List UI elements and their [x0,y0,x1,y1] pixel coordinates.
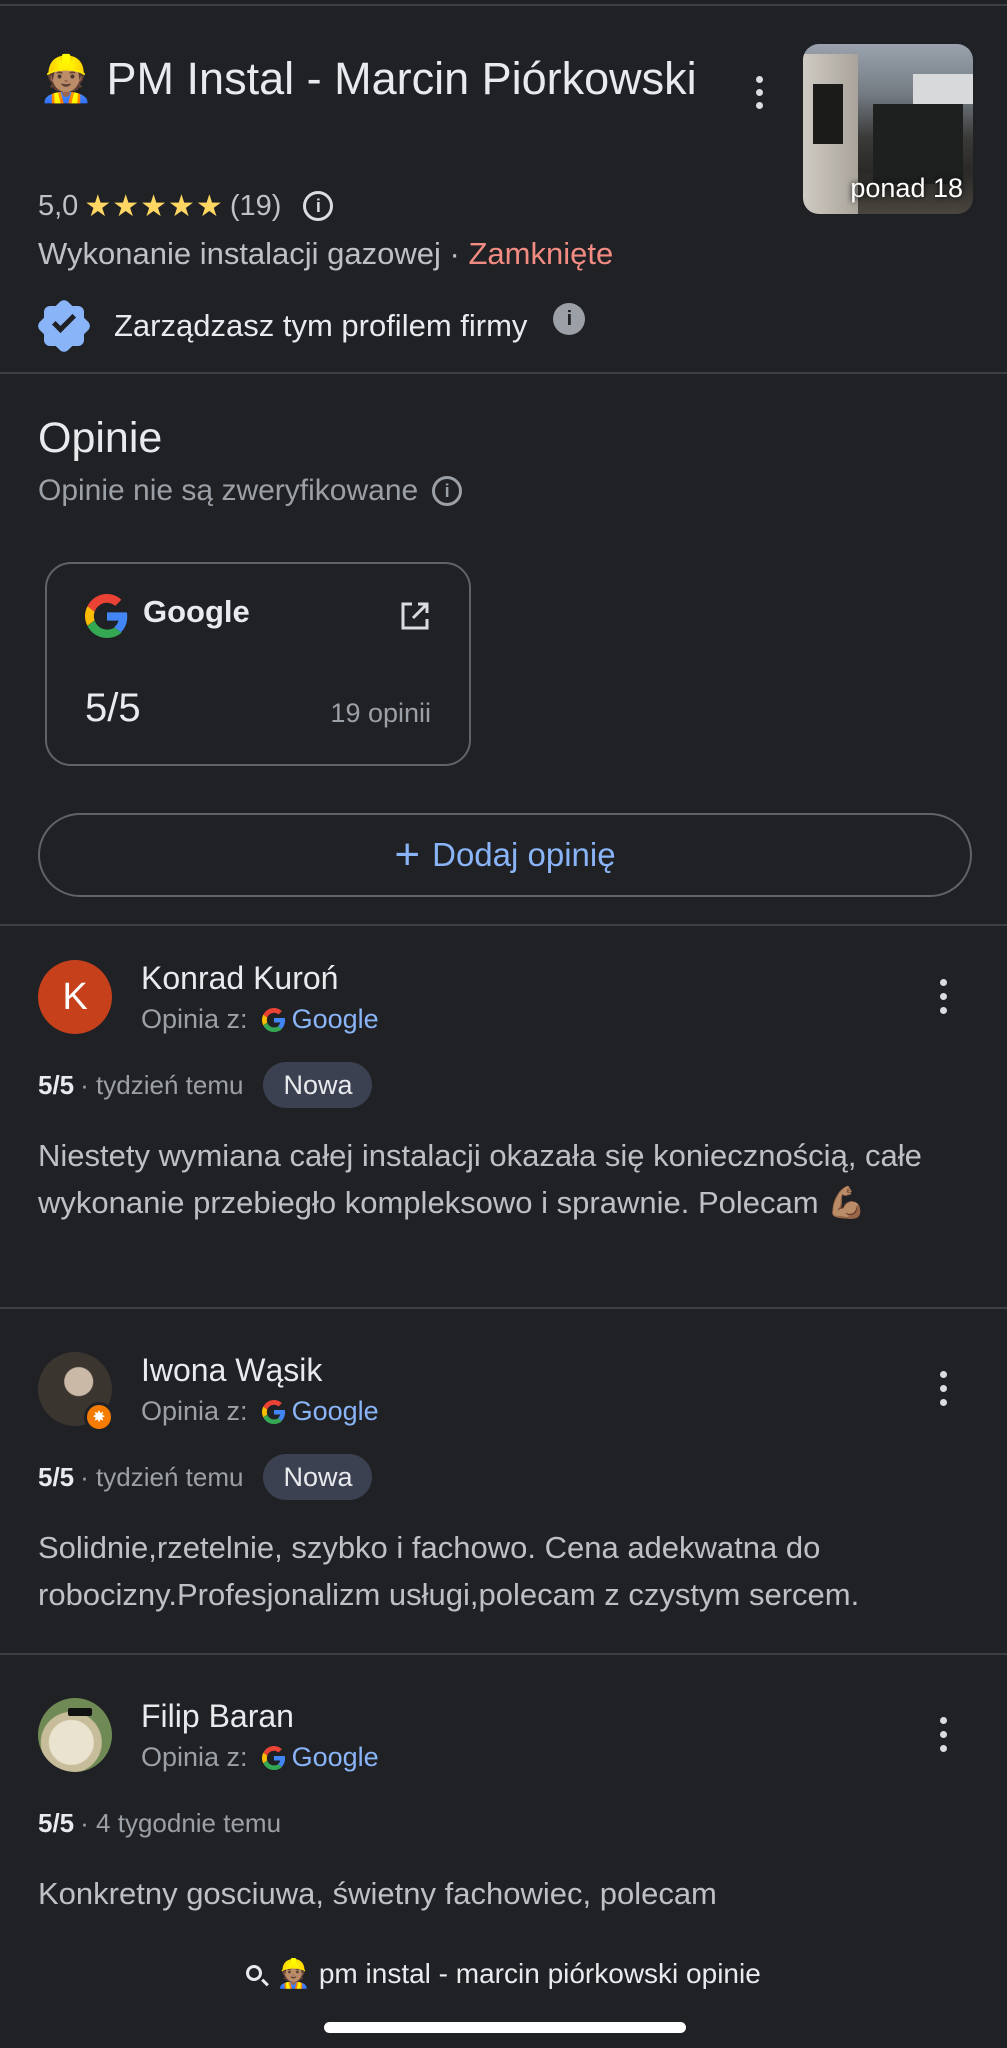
divider [0,372,1007,374]
open-external-icon[interactable] [399,600,431,632]
more-options-icon[interactable] [744,70,774,114]
source-link[interactable]: Google [292,1004,379,1035]
category-row: Wykonanie instalacji gazowej · Zamknięte [38,236,614,271]
more-options-icon[interactable] [928,1364,958,1412]
review-source: Opinia z: Google [141,1742,379,1773]
reviewer-name[interactable]: Konrad Kuroń [141,960,338,997]
info-filled-icon[interactable]: i [553,303,586,335]
review-score: 5/5 [38,1461,75,1492]
rating-row: 5,0 ★★★★★ (19) i [38,186,334,226]
info-icon[interactable]: i [432,476,463,506]
rating-count[interactable]: (19) [230,190,282,223]
reviewer-name[interactable]: Filip Baran [141,1698,294,1735]
divider [0,1307,1007,1309]
search-icon [246,1965,263,1981]
business-photo[interactable]: ponad 18 [803,44,973,214]
reviews-title: Opinie [38,414,163,462]
reviewer-name[interactable]: Iwona Wąsik [141,1352,322,1389]
review-meta: 5/5 · tydzień temu Nowa [38,1454,373,1500]
source-name: Google [143,594,250,629]
google-logo-icon [261,1745,285,1770]
info-icon[interactable]: i [303,191,334,221]
more-options-icon[interactable] [928,1710,958,1758]
review-source: Opinia z: Google [141,1004,379,1035]
review-meta: 5/5 · 4 tygodnie temu [38,1800,281,1846]
new-badge: Nowa [263,1454,373,1500]
business-name: PM Instal - Marcin Piórkowski [106,53,697,104]
business-title: 👷🏽 PM Instal - Marcin Piórkowski [38,46,698,112]
review-time: · 4 tygodnie temu [80,1807,282,1838]
source-link[interactable]: Google [292,1396,379,1427]
review-time: · tydzień temu [80,1069,244,1100]
manage-profile-text: Zarządzasz tym profilem firmy [114,308,528,343]
local-guide-badge-icon: ✸ [84,1402,114,1432]
search-query: 👷🏽 pm instal - marcin piórkowski opinie [276,1957,761,1989]
open-status: Zamknięte [468,236,614,271]
source-score: 5/5 [85,686,141,730]
google-logo-icon [261,1399,285,1424]
photos-count: ponad 18 [850,173,963,203]
google-logo-icon [261,1007,285,1032]
more-options-icon[interactable] [928,972,958,1020]
review-text: Niestety wymiana całej instalacji okazał… [38,1138,922,1220]
rating-stars: ★★★★★ [84,189,224,223]
divider [0,924,1007,926]
avatar[interactable] [38,1698,112,1772]
source-link[interactable]: Google [292,1742,379,1773]
bottom-search-bar: 👷🏽 pm instal - marcin piórkowski opinie [0,1930,1007,2048]
review-source: Opinia z: Google [141,1396,379,1427]
review-text: Konkretny gosciuwa, świetny fachowiec, p… [38,1876,717,1911]
review-score: 5/5 [38,1069,75,1100]
new-badge: Nowa [263,1062,373,1108]
review-score: 5/5 [38,1807,75,1838]
review-time: · tydzień temu [80,1461,244,1492]
add-review-button[interactable]: + Dodaj opinię [38,813,972,897]
worker-emoji: 👷🏽 [38,53,95,104]
reviews-subtitle: Opinie nie są zweryfikowane i [38,474,463,508]
search-query-chip[interactable]: 👷🏽 pm instal - marcin piórkowski opinie [0,1930,1007,2016]
source-review-count: 19 opinii [330,698,431,728]
review-text: Solidnie,rzetelnie, szybko i fachowo. Ce… [38,1530,860,1612]
avatar[interactable]: K [38,960,112,1034]
google-rating-card[interactable]: Google 5/5 19 opinii [45,562,471,766]
home-indicator[interactable] [324,2022,686,2033]
manage-profile-row[interactable]: Zarządzasz tym profilem firmy i [35,297,586,355]
review-meta: 5/5 · tydzień temu Nowa [38,1062,373,1108]
verified-badge-icon [35,297,93,355]
plus-icon: + [394,830,421,879]
add-review-label: Dodaj opinię [432,836,616,873]
google-logo-icon [85,594,128,638]
divider [0,1653,1007,1655]
rating-value: 5,0 [38,189,79,222]
business-category: Wykonanie instalacji gazowej [38,236,441,271]
